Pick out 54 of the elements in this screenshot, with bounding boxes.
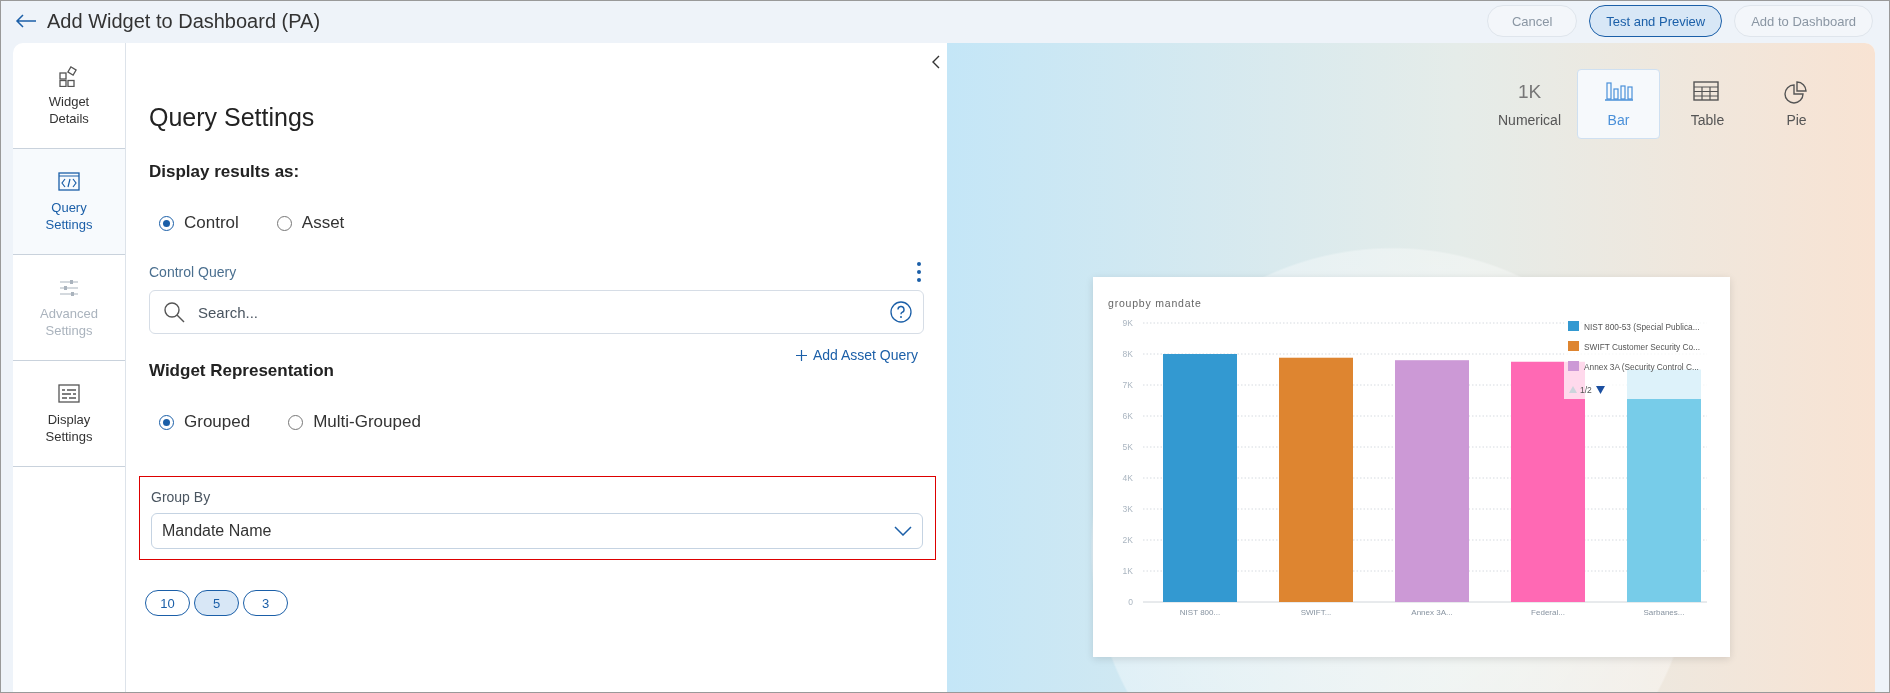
section-label: Display results as: <box>149 162 301 182</box>
plus-icon <box>795 349 807 361</box>
limit-chip[interactable]: 5 <box>194 590 239 616</box>
radio-option[interactable]: Grouped <box>159 412 251 432</box>
radio-option[interactable]: Control <box>159 213 239 233</box>
search-icon <box>163 301 185 323</box>
chart-type-tab[interactable]: Table <box>1666 69 1749 139</box>
widgets-icon <box>58 64 80 87</box>
axis-category-label: SWIFT... <box>1300 608 1332 617</box>
back-arrow-icon[interactable] <box>15 14 37 28</box>
panel-title: Query Settings <box>149 103 316 133</box>
axis-tick-label: 8K <box>1122 349 1133 359</box>
legend-label: Annex 3A (Security Control C... <box>1584 362 1699 372</box>
limit-chip[interactable]: 10 <box>145 590 190 616</box>
axis-tick-label: 9K <box>1122 318 1133 328</box>
legend-label: NIST 800-53 (Special Publica... <box>1584 322 1700 332</box>
chevron-left-icon <box>932 55 940 69</box>
limit-chip[interactable]: 3 <box>243 590 288 616</box>
chart-type-tab[interactable]: 1K Numerical <box>1488 69 1571 139</box>
axis-tick-label: 3K <box>1122 504 1133 514</box>
list-icon <box>58 382 80 405</box>
axis-tick-label: 4K <box>1122 473 1133 483</box>
section-label: Widget Representation <box>149 361 335 381</box>
add-asset-query-link[interactable]: Add Asset Query <box>795 347 918 363</box>
code-icon <box>58 170 80 193</box>
search-field[interactable]: Search... <box>149 290 924 334</box>
axis-category-label: Federal... <box>1531 608 1565 617</box>
legend-pager: 1/2 <box>1580 385 1592 395</box>
axis-tick-label: 1K <box>1122 566 1133 576</box>
axis-tick-label: 6K <box>1122 411 1133 421</box>
bar-chart-icon <box>1602 80 1635 104</box>
chart-type-tab[interactable]: Pie <box>1755 69 1838 139</box>
sidebar-tab[interactable]: Query Settings <box>13 149 125 255</box>
legend-label: SWIFT Customer Security Co... <box>1584 342 1701 352</box>
header-button[interactable]: Test and Preview <box>1589 5 1723 37</box>
radio-option[interactable]: Multi-Grouped <box>288 412 421 432</box>
more-options-icon[interactable] <box>916 261 922 283</box>
group-by-dropdown[interactable]: Mandate Name <box>151 513 923 549</box>
field-label: Control Query <box>149 264 237 280</box>
axis-tick-label: 5K <box>1122 442 1133 452</box>
page-title: Add Widget to Dashboard (PA) <box>47 9 322 33</box>
radio-option[interactable]: Asset <box>276 213 345 233</box>
sidebar-tab[interactable]: Display Settings <box>13 361 125 467</box>
axis-tick-label: 7K <box>1122 380 1133 390</box>
axis-category-label: Sarbanes... <box>1643 608 1685 617</box>
axis-tick-label: 0 <box>1128 597 1133 607</box>
chart-title: groupby mandate <box>1108 297 1202 309</box>
axis-tick-label: 2K <box>1122 535 1133 545</box>
legend-page-down-icon[interactable] <box>1596 386 1605 394</box>
help-icon[interactable] <box>890 301 912 323</box>
axis-category-label: NIST 800... <box>1179 608 1221 617</box>
field-label: Group By <box>151 489 212 505</box>
axis-category-label: Annex 3A... <box>1411 608 1453 617</box>
chevron-down-icon <box>894 526 912 536</box>
